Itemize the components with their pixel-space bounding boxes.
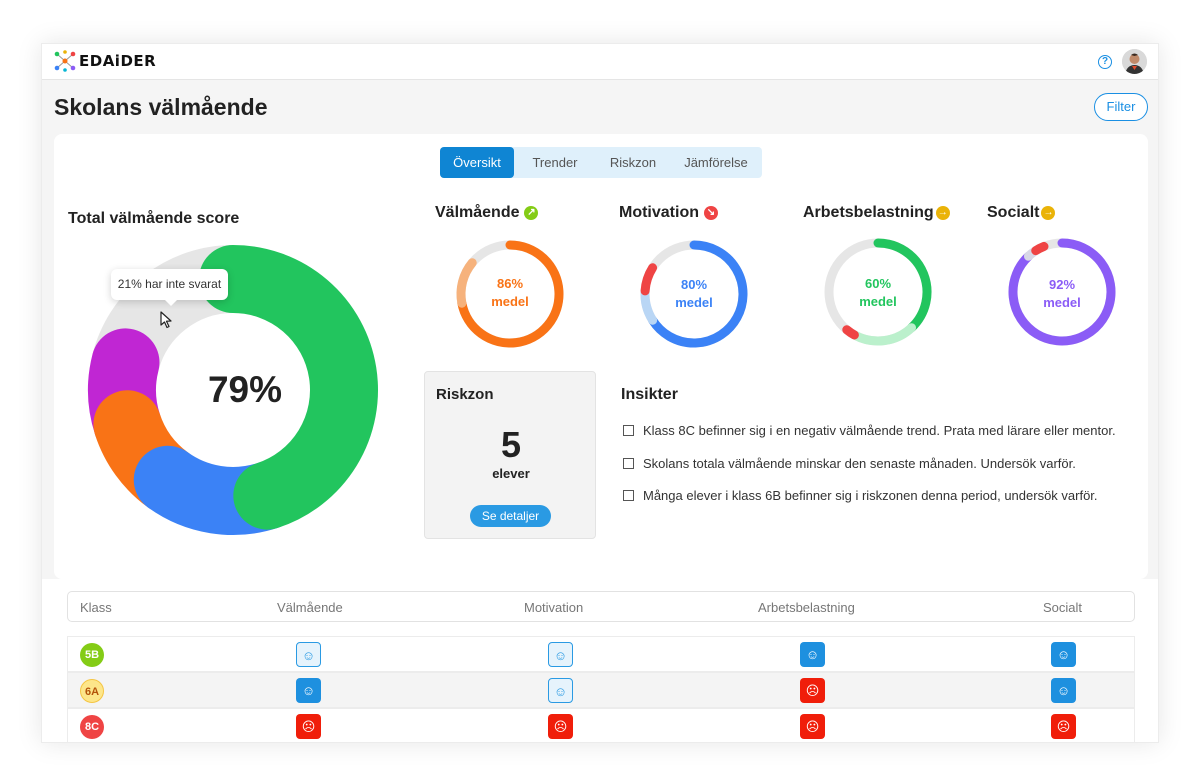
user-avatar-icon (1122, 49, 1147, 74)
arbetsbelastning-value: 60% medel (838, 275, 918, 311)
metric-label: Välmående (435, 204, 520, 221)
logo-icon (54, 50, 76, 72)
sad-face-icon[interactable]: ☹ (548, 714, 573, 739)
table-header: Klass Välmående Motivation Arbetsbelastn… (67, 591, 1135, 622)
metric-title-valmaende: Välmående ↗ (435, 204, 539, 222)
metric-label: Socialt (987, 204, 1040, 221)
trend-down-icon: ↘ (704, 206, 718, 220)
total-score-value: 79% (207, 369, 283, 410)
trend-up-icon: ↗ (524, 206, 539, 220)
app-window: EDAiDER ? Skolans välmående Filter Övers… (41, 43, 1159, 743)
total-score-title: Total välmående score (68, 210, 240, 227)
neutral-face-icon[interactable]: ☺ (548, 642, 573, 667)
trend-flat-icon: → (935, 206, 950, 220)
table-row[interactable]: 6A ☺ ☺ ☹ ☺ (67, 672, 1135, 708)
insight-item: Klass 8C befinner sig i en negativ välmå… (623, 423, 1116, 438)
insight-text: Klass 8C befinner sig i en negativ välmå… (643, 423, 1116, 438)
filter-button[interactable]: Filter (1094, 93, 1148, 121)
tab-bar: Översikt Trender Riskzon Jämförelse (440, 147, 762, 178)
donut-segment[interactable] (640, 286, 658, 325)
insight-checkbox[interactable] (623, 490, 634, 501)
metric-percent: 92% (1048, 277, 1076, 292)
class-badge[interactable]: 5B (80, 643, 104, 667)
neutral-face-icon[interactable]: ☺ (548, 678, 573, 703)
metric-unit: medel (859, 294, 897, 309)
sad-face-icon[interactable]: ☹ (800, 714, 825, 739)
neutral-face-icon[interactable]: ☺ (296, 642, 321, 667)
tab-trender[interactable]: Trender (514, 147, 596, 178)
insight-checkbox[interactable] (623, 458, 634, 469)
riskzon-card: Riskzon 5 elever Se detaljer (424, 371, 596, 539)
trend-flat-icon: → (1041, 206, 1056, 220)
logo-text: EDAiDER (79, 52, 157, 70)
class-badge[interactable]: 6A (80, 679, 104, 703)
metric-title-motivation: Motivation ↘ (619, 204, 718, 222)
riskzon-unit: elever (492, 466, 530, 481)
metric-label: Arbetsbelastning (803, 204, 934, 221)
metric-unit: medel (1043, 295, 1081, 310)
header-motivation: Motivation (524, 600, 584, 615)
happy-face-icon[interactable]: ☺ (1051, 678, 1076, 703)
metric-label: Motivation (619, 204, 699, 221)
insight-checkbox[interactable] (623, 425, 634, 436)
insight-text: Många elever i klass 6B befinner sig i r… (643, 488, 1098, 503)
overview-card: Översikt Trender Riskzon Jämförelse Tota… (54, 134, 1148, 579)
sad-face-icon[interactable]: ☹ (800, 678, 825, 703)
metric-percent: 86% (496, 276, 524, 291)
insights-title: Insikter (621, 386, 678, 403)
donut-segment[interactable] (849, 323, 917, 346)
happy-face-icon[interactable]: ☺ (1051, 642, 1076, 667)
tooltip-not-answered: 21% har inte svarat (111, 269, 228, 306)
motivation-value: 80% medel (654, 276, 734, 312)
help-icon[interactable]: ? (1098, 55, 1112, 69)
valmaende-value: 86% medel (470, 275, 550, 311)
sad-face-icon[interactable]: ☹ (1051, 714, 1076, 739)
header-valmaende: Välmående (277, 600, 343, 615)
donut-segment[interactable] (842, 325, 859, 340)
header-socialt: Socialt (1043, 600, 1083, 615)
donut-segment[interactable] (640, 263, 658, 296)
happy-face-icon[interactable]: ☺ (296, 678, 321, 703)
metric-title-socialt: Socialt → (987, 204, 1056, 222)
insight-item: Skolans totala välmående minskar den sen… (623, 456, 1076, 471)
socialt-value: 92% medel (1022, 276, 1102, 312)
metric-title-arbetsbelastning: Arbetsbelastning → (803, 204, 950, 222)
page-title: Skolans välmående (54, 94, 268, 120)
mouse-cursor-icon (160, 311, 172, 329)
top-bar: EDAiDER ? (42, 44, 1158, 80)
riskzon-count: 5 (500, 424, 522, 465)
metric-unit: medel (675, 295, 713, 310)
table-row[interactable]: 5B ☺ ☺ ☺ ☺ (67, 636, 1135, 672)
avatar[interactable] (1122, 49, 1147, 74)
table-row[interactable]: 8C ☹ ☹ ☹ ☹ (67, 708, 1135, 742)
metric-unit: medel (491, 294, 529, 309)
header-arbetsbelastning: Arbetsbelastning (758, 600, 855, 615)
insight-item: Många elever i klass 6B befinner sig i r… (623, 488, 1098, 503)
class-table: Klass Välmående Motivation Arbetsbelastn… (42, 579, 1158, 742)
insight-text: Skolans totala välmående minskar den sen… (643, 456, 1076, 471)
logo[interactable]: EDAiDER (54, 50, 156, 72)
header-klass: Klass (80, 600, 112, 615)
donut-segment[interactable] (1031, 241, 1049, 256)
tab-oversikt[interactable]: Översikt (440, 147, 514, 178)
se-detaljer-button[interactable]: Se detaljer (470, 505, 551, 527)
metric-percent: 60% (864, 276, 892, 291)
riskzon-title: Riskzon (436, 386, 494, 403)
tab-jamforelse[interactable]: Jämförelse (670, 147, 762, 178)
metric-percent: 80% (680, 277, 708, 292)
sad-face-icon[interactable]: ☹ (296, 714, 321, 739)
class-badge[interactable]: 8C (80, 715, 104, 739)
happy-face-icon[interactable]: ☺ (800, 642, 825, 667)
tab-riskzon[interactable]: Riskzon (596, 147, 670, 178)
